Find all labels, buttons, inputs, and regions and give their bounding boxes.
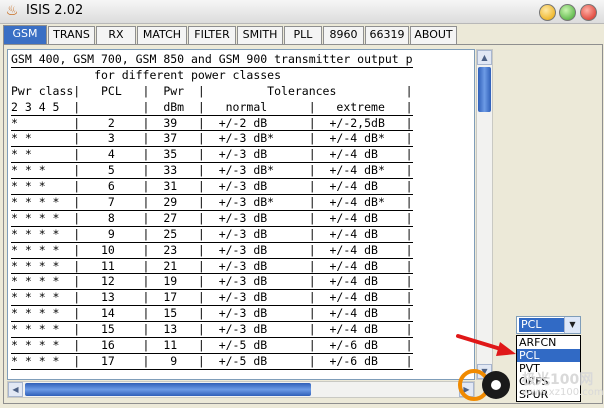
- horizontal-scroll-thumb[interactable]: [25, 383, 311, 396]
- minimize-button[interactable]: [539, 4, 556, 21]
- tab-gsm[interactable]: GSM: [3, 25, 47, 44]
- report-line: * * * | 5 | 33 | +/-3 dB* | +/-4 dB* |: [11, 163, 413, 180]
- tab-pll[interactable]: PLL: [284, 26, 322, 44]
- tab-filter[interactable]: FILTER: [188, 26, 236, 44]
- option-pcl[interactable]: PCL: [517, 349, 580, 362]
- report-line: * * * * | 7 | 29 | +/-3 dB* | +/-4 dB* |: [11, 195, 413, 211]
- red-arrow-icon: [456, 334, 516, 356]
- mode-select-value: PCL: [519, 318, 565, 332]
- report-line: * * * * | 16 | 11 | +/-5 dB | +/-6 dB |: [11, 338, 413, 354]
- report-line: 2 3 4 5 | | dBm | normal | extreme |: [11, 99, 413, 116]
- report-line: Pwr class| PCL | Pwr | Tolerances |: [11, 83, 413, 98]
- watermark-url: www.xz100.com: [522, 387, 604, 398]
- tab-8960[interactable]: 8960: [323, 26, 364, 44]
- report-line: * * * * | 14 | 15 | +/-3 dB | +/-4 dB |: [11, 306, 413, 323]
- tab-rx[interactable]: RX: [96, 26, 136, 44]
- tab-trans[interactable]: TRANS: [48, 26, 95, 44]
- report-line: GSM 400, GSM 700, GSM 850 and GSM 900 tr…: [11, 52, 413, 68]
- tab-about[interactable]: ABOUT: [410, 26, 457, 44]
- watermark-icon: [458, 369, 510, 401]
- watermark-text: 极光100网: [522, 372, 594, 388]
- close-button[interactable]: [580, 4, 597, 21]
- report-line: * * * * | 17 | 9 | +/-5 dB | +/-6 dB |: [11, 353, 413, 370]
- vertical-scroll-thumb[interactable]: [478, 67, 491, 112]
- chevron-down-icon[interactable]: ▼: [564, 317, 580, 333]
- horizontal-scrollbar[interactable]: ◀ ▶: [7, 381, 475, 398]
- tab-smith[interactable]: SMITH: [237, 26, 283, 44]
- report-text: GSM 400, GSM 700, GSM 850 and GSM 900 tr…: [11, 52, 413, 370]
- mode-select[interactable]: PCL ▼: [516, 316, 581, 334]
- watermark-logo: 极光100网 www.xz100.com: [456, 365, 604, 405]
- maximize-button[interactable]: [559, 4, 576, 21]
- scroll-up-icon[interactable]: ▲: [477, 50, 492, 65]
- report-line: * * | 3 | 37 | +/-3 dB* | +/-4 dB* |: [11, 131, 413, 148]
- tab-bar: GSM TRANS RX MATCH FILTER SMITH PLL 8960…: [3, 25, 603, 44]
- report-line: * * * * | 9 | 25 | +/-3 dB | +/-4 dB |: [11, 226, 413, 243]
- report-line: * * * * | 13 | 17 | +/-3 dB | +/-4 dB |: [11, 290, 413, 307]
- report-line: * * * * | 12 | 19 | +/-3 dB | +/-4 dB |: [11, 274, 413, 291]
- option-arfcn[interactable]: ARFCN: [517, 336, 580, 349]
- report-line: * * * * | 11 | 21 | +/-3 dB | +/-4 dB |: [11, 258, 413, 275]
- window-title: ISIS 2.02: [26, 3, 84, 18]
- tab-match[interactable]: MATCH: [137, 26, 187, 44]
- scroll-left-icon[interactable]: ◀: [8, 382, 23, 397]
- report-line: * * * * | 10 | 23 | +/-3 dB | +/-4 dB |: [11, 242, 413, 259]
- report-line: * * * * | 15 | 13 | +/-3 dB | +/-4 dB |: [11, 322, 413, 339]
- report-line: * | 2 | 39 | +/-2 dB | +/-2,5dB |: [11, 115, 413, 132]
- tab-66319[interactable]: 66319: [365, 26, 409, 44]
- flame-icon[interactable]: ♨: [4, 3, 20, 20]
- report-line: * * * | 6 | 31 | +/-3 dB | +/-4 dB |: [11, 179, 413, 196]
- report-line: for different power classes: [11, 67, 282, 82]
- report-line: * * * * | 8 | 27 | +/-3 dB | +/-4 dB |: [11, 210, 413, 227]
- report-text-area[interactable]: GSM 400, GSM 700, GSM 850 and GSM 900 tr…: [7, 49, 475, 380]
- title-bar: ♨ ISIS 2.02: [0, 0, 604, 24]
- report-line: * * | 4 | 35 | +/-3 dB | +/-4 dB |: [11, 147, 413, 164]
